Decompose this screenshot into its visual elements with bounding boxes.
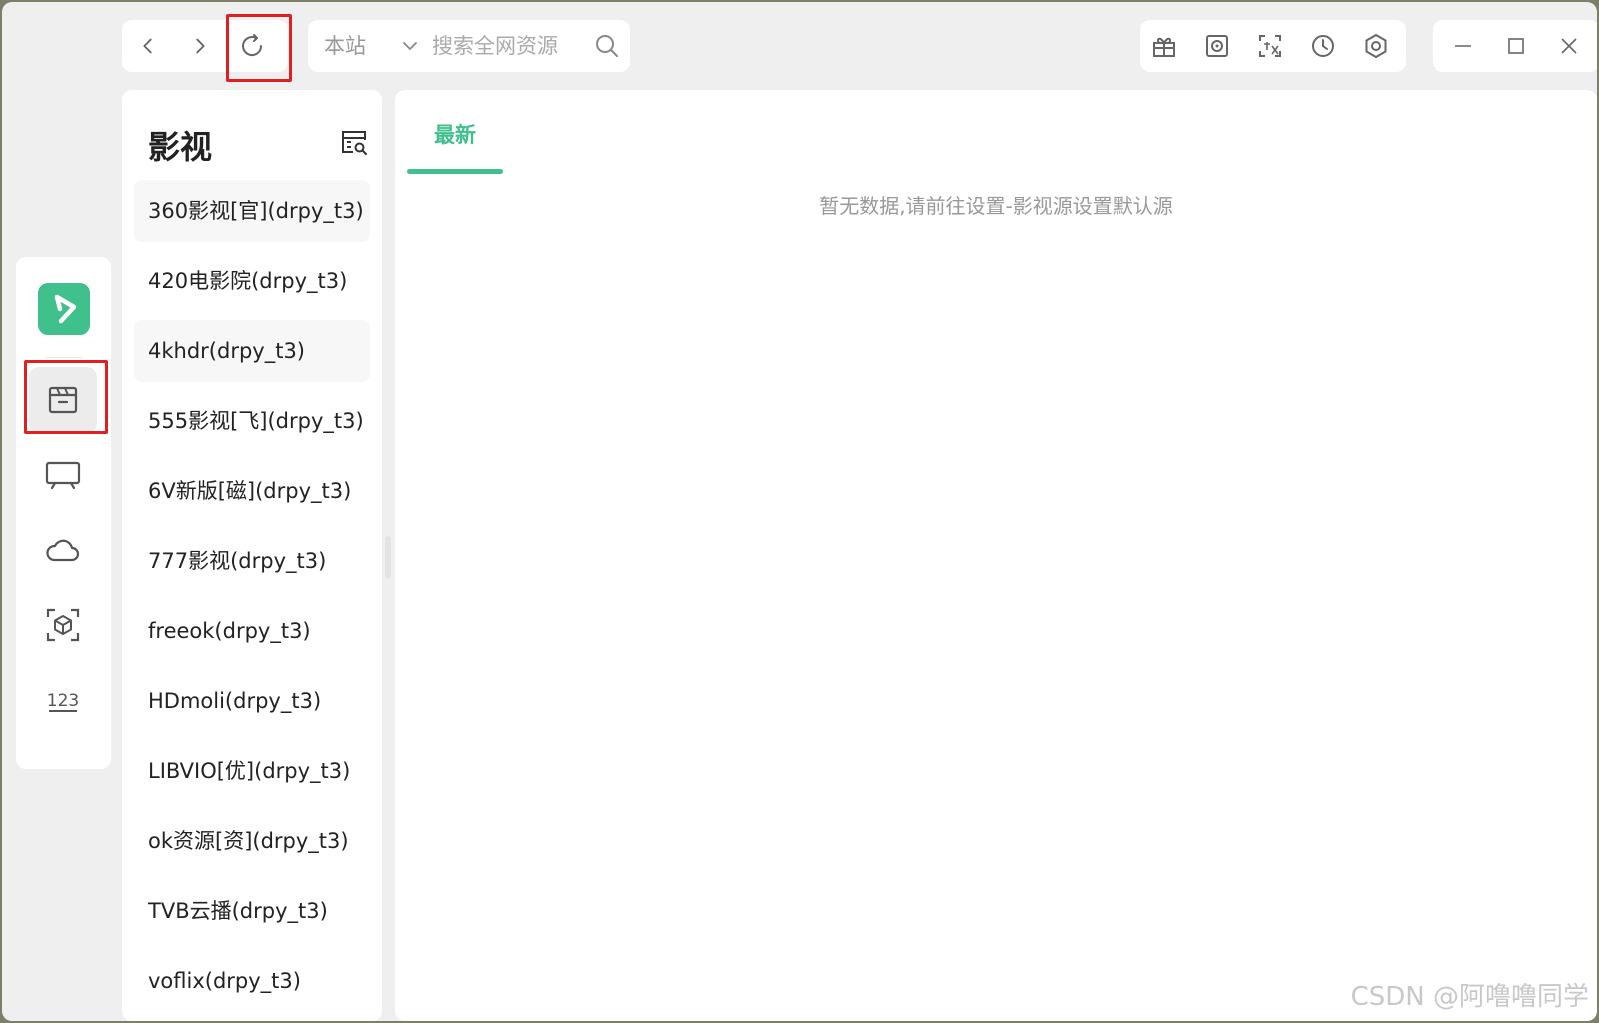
chevron-right-icon bbox=[196, 38, 205, 54]
rail-item-film[interactable] bbox=[29, 367, 97, 433]
filter-search-icon[interactable] bbox=[340, 128, 368, 156]
app-logo[interactable] bbox=[38, 283, 90, 335]
source-item[interactable]: TVB云播(drpy_t3) bbox=[134, 880, 370, 942]
source-item[interactable]: 555影视[飞](drpy_t3) bbox=[134, 390, 370, 452]
rail-divider bbox=[46, 357, 82, 358]
source-sidebar: 影视 360影视[官](drpy_t3) 420电影院(drpy_t3) 4kh… bbox=[122, 90, 391, 1021]
rail-item-cloud[interactable] bbox=[29, 517, 97, 583]
settings-icon[interactable] bbox=[1362, 32, 1390, 60]
back-button[interactable] bbox=[122, 20, 174, 72]
source-list: 360影视[官](drpy_t3) 420电影院(drpy_t3) 4khdr(… bbox=[134, 180, 370, 1020]
forward-button[interactable] bbox=[174, 20, 226, 72]
close-icon[interactable] bbox=[1555, 32, 1583, 60]
search-icon[interactable] bbox=[594, 33, 620, 59]
sidebar-scrollbar[interactable] bbox=[385, 536, 391, 578]
app-window: 本站 123 bbox=[2, 2, 1597, 1021]
watermark: CSDN @阿噜噜同学 bbox=[1350, 982, 1589, 1012]
tv-icon bbox=[45, 461, 81, 490]
cube-icon bbox=[46, 608, 80, 642]
nav-buttons bbox=[122, 20, 288, 72]
sidebar-title: 影视 bbox=[148, 128, 213, 166]
source-item[interactable]: 360影视[官](drpy_t3) bbox=[134, 180, 370, 242]
source-item[interactable]: 420电影院(drpy_t3) bbox=[134, 250, 370, 312]
empty-state-message: 暂无数据,请前往设置-影视源设置默认源 bbox=[819, 194, 1173, 218]
source-item[interactable]: 4khdr(drpy_t3) bbox=[134, 320, 370, 382]
nav-rail: 123 bbox=[16, 257, 111, 769]
refresh-icon bbox=[242, 34, 263, 57]
maximize-icon[interactable] bbox=[1502, 32, 1530, 60]
search-box: 本站 bbox=[308, 20, 630, 72]
window-controls bbox=[1433, 20, 1597, 72]
source-item[interactable]: voflix(drpy_t3) bbox=[134, 950, 370, 1012]
tab-label: 最新 bbox=[434, 123, 476, 147]
film-icon bbox=[48, 386, 78, 414]
tab-latest[interactable]: 最新 bbox=[407, 110, 503, 174]
rail-item-number[interactable]: 123 bbox=[29, 667, 97, 733]
main-content: 最新 暂无数据,请前往设置-影视源设置默认源 bbox=[395, 90, 1597, 1021]
number-123-icon: 123 bbox=[47, 691, 79, 712]
svg-text:123: 123 bbox=[47, 691, 79, 711]
source-item[interactable]: LIBVIO[优](drpy_t3) bbox=[134, 740, 370, 802]
source-item[interactable]: freeok(drpy_t3) bbox=[134, 600, 370, 662]
translate-icon[interactable] bbox=[1256, 32, 1284, 60]
chevron-left-icon bbox=[143, 38, 152, 54]
minimize-icon[interactable] bbox=[1449, 32, 1477, 60]
chevron-down-icon[interactable] bbox=[400, 36, 420, 56]
history-icon[interactable] bbox=[1309, 32, 1337, 60]
source-item[interactable]: 6V新版[磁](drpy_t3) bbox=[134, 460, 370, 522]
cloud-icon bbox=[46, 539, 80, 562]
source-item[interactable]: ok资源[资](drpy_t3) bbox=[134, 810, 370, 872]
gift-icon[interactable] bbox=[1150, 32, 1178, 60]
record-icon[interactable] bbox=[1203, 32, 1231, 60]
search-scope-select[interactable]: 本站 bbox=[324, 20, 366, 72]
toolbar bbox=[1140, 20, 1406, 72]
app-logo-icon bbox=[54, 294, 77, 324]
rail-item-tv[interactable] bbox=[29, 442, 97, 508]
rail-item-cube[interactable] bbox=[29, 592, 97, 658]
tab-active-indicator bbox=[407, 169, 503, 174]
refresh-button[interactable] bbox=[226, 20, 278, 72]
search-input[interactable] bbox=[432, 28, 592, 64]
source-item[interactable]: 777影视(drpy_t3) bbox=[134, 530, 370, 592]
source-item[interactable]: HDmoli(drpy_t3) bbox=[134, 670, 370, 732]
